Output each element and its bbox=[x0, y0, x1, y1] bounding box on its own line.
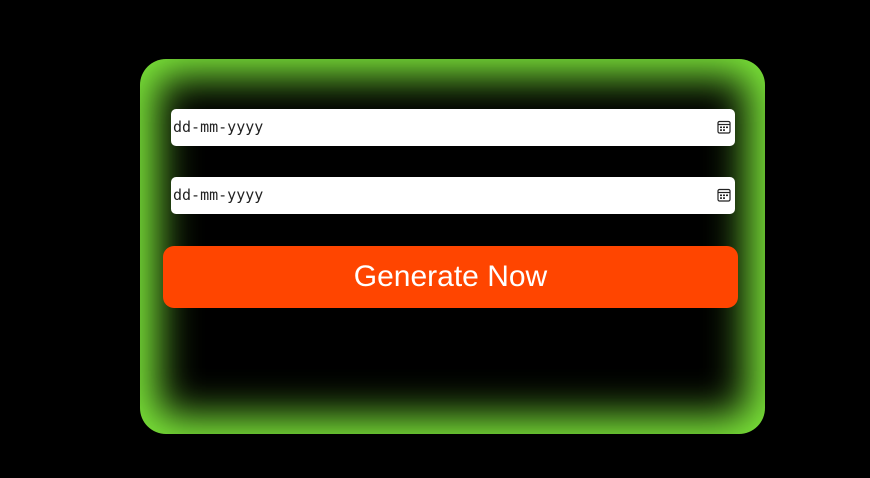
end-date-placeholder: dd-mm-yyyy bbox=[173, 186, 264, 204]
calendar-icon[interactable] bbox=[717, 188, 731, 202]
generate-now-button[interactable]: Generate Now bbox=[163, 246, 738, 308]
start-date-placeholder: dd-mm-yyyy bbox=[173, 118, 264, 136]
generator-card: dd-mm-yyyy dd-mm-yyyy Generate Now bbox=[140, 59, 765, 434]
calendar-icon[interactable] bbox=[717, 120, 731, 134]
end-date-input[interactable]: dd-mm-yyyy bbox=[171, 177, 735, 214]
start-date-input[interactable]: dd-mm-yyyy bbox=[171, 109, 735, 146]
